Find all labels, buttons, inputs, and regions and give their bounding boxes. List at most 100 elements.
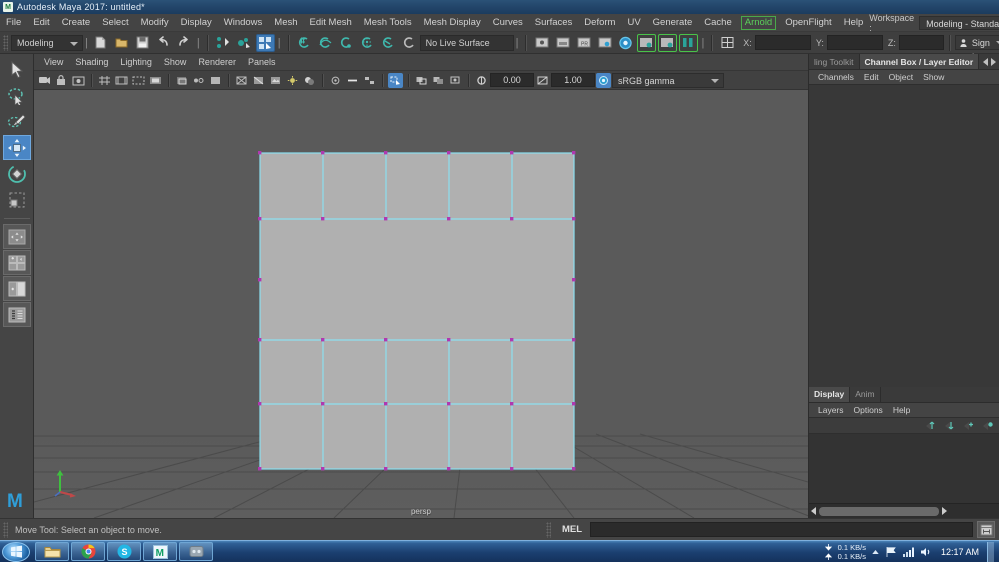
- windows-start-orb-icon[interactable]: [2, 541, 30, 562]
- tab-channel-box-layer-editor[interactable]: Channel Box / Layer Editor: [859, 54, 980, 69]
- 3d-viewport[interactable]: persp: [34, 90, 808, 518]
- action-center-flag-icon[interactable]: [885, 546, 897, 558]
- image-plane-attrs-icon[interactable]: [431, 73, 446, 88]
- menu-edit[interactable]: Edit: [27, 14, 55, 32]
- layer-new-selected-icon[interactable]: [982, 420, 994, 431]
- resolution-gate-icon[interactable]: [131, 73, 146, 88]
- taskbar-maya[interactable]: M: [143, 542, 177, 561]
- shadows-toggle-icon[interactable]: [302, 73, 317, 88]
- tab-display-layers[interactable]: Display: [809, 386, 851, 402]
- select-by-object-button[interactable]: [235, 34, 254, 52]
- taskbar-skype[interactable]: S: [107, 542, 141, 561]
- tab-modeling-toolkit[interactable]: ling Toolkit: [809, 54, 860, 69]
- viewport-menu-shading[interactable]: Shading: [69, 57, 114, 67]
- menu-curves[interactable]: Curves: [487, 14, 529, 32]
- menu-mesh-tools[interactable]: Mesh Tools: [358, 14, 418, 32]
- wireframe-on-shaded-icon[interactable]: [251, 73, 266, 88]
- layer-editor-hscrollbar[interactable]: [809, 503, 999, 518]
- lasso-select-tool[interactable]: [3, 83, 31, 108]
- script-language-label[interactable]: MEL: [554, 524, 590, 535]
- shaded-mode-icon[interactable]: [208, 73, 223, 88]
- menu-select[interactable]: Select: [96, 14, 134, 32]
- lock-camera-icon[interactable]: [54, 73, 69, 88]
- layer-new-icon[interactable]: [963, 420, 975, 431]
- commandline-grip-2[interactable]: [545, 521, 551, 538]
- snap-to-grid-button[interactable]: [295, 34, 314, 52]
- outliner-persp-layout-button[interactable]: [2, 302, 31, 327]
- channel-box-content[interactable]: [809, 85, 999, 387]
- menu-deform[interactable]: Deform: [578, 14, 621, 32]
- scrollbar-thumb[interactable]: [819, 506, 939, 516]
- select-camera-icon[interactable]: [37, 73, 52, 88]
- color-management-icon[interactable]: [596, 72, 611, 88]
- toggle-editors-button[interactable]: [679, 33, 699, 52]
- snap-to-point-button[interactable]: [337, 34, 356, 52]
- four-pane-layout-button[interactable]: [2, 250, 31, 275]
- snap-to-view-plane-button[interactable]: [379, 34, 398, 52]
- layer-menu-options[interactable]: Options: [849, 405, 888, 415]
- layer-move-down-icon[interactable]: [944, 420, 956, 431]
- redo-button[interactable]: [175, 34, 194, 52]
- tab-prev-icon[interactable]: [983, 57, 988, 66]
- multisample-icon[interactable]: [362, 73, 377, 88]
- menu-surfaces[interactable]: Surfaces: [529, 14, 579, 32]
- viewport-menu-show[interactable]: Show: [158, 57, 193, 67]
- viewport-menu-lighting[interactable]: Lighting: [114, 57, 158, 67]
- show-outliner-button[interactable]: [532, 34, 551, 52]
- scroll-right-icon[interactable]: [942, 507, 947, 515]
- render-settings-button[interactable]: [658, 33, 678, 52]
- gate-mask-icon[interactable]: [148, 73, 163, 88]
- layer-menu-help[interactable]: Help: [888, 405, 915, 415]
- taskbar-chrome[interactable]: [71, 542, 105, 561]
- toolbar-grip[interactable]: [3, 34, 8, 51]
- channelbox-menu-object[interactable]: Object: [884, 72, 919, 82]
- menu-create[interactable]: Create: [56, 14, 97, 32]
- image-plane-icon[interactable]: [414, 73, 429, 88]
- x-axis-input[interactable]: [754, 35, 811, 50]
- motion-blur-icon[interactable]: [345, 73, 360, 88]
- show-render-view-button[interactable]: [595, 34, 614, 52]
- exposure-icon[interactable]: [474, 73, 489, 88]
- save-scene-button[interactable]: [133, 34, 152, 52]
- volume-icon[interactable]: [920, 546, 933, 558]
- menu-mesh[interactable]: Mesh: [268, 14, 303, 32]
- tab-next-icon[interactable]: [991, 57, 996, 66]
- scale-tool[interactable]: [3, 187, 31, 212]
- menu-file[interactable]: File: [0, 14, 27, 32]
- screen-space-ao-icon[interactable]: [328, 73, 343, 88]
- tab-anim-layers[interactable]: Anim: [850, 386, 881, 402]
- menu-edit-mesh[interactable]: Edit Mesh: [304, 14, 358, 32]
- menu-openflight[interactable]: OpenFlight: [779, 14, 837, 32]
- grid-toggle-icon[interactable]: [97, 73, 112, 88]
- xray-joints-icon[interactable]: [191, 73, 206, 88]
- make-live-button[interactable]: [400, 34, 419, 52]
- ipr-render-button[interactable]: [637, 33, 657, 52]
- camera-attributes-icon[interactable]: [71, 73, 86, 88]
- y-axis-input[interactable]: [826, 35, 883, 50]
- menu-modify[interactable]: Modify: [135, 14, 175, 32]
- menu-windows[interactable]: Windows: [218, 14, 269, 32]
- workspace-dropdown[interactable]: Modeling - Standard: [919, 15, 999, 30]
- menuset-dropdown[interactable]: Modeling: [11, 34, 83, 51]
- single-pane-layout-button[interactable]: [2, 224, 31, 249]
- menu-cache[interactable]: Cache: [698, 14, 737, 32]
- selected-polygon-mesh[interactable]: [34, 90, 808, 518]
- scroll-left-icon[interactable]: [811, 507, 816, 515]
- open-scene-button[interactable]: [112, 34, 131, 52]
- move-tool[interactable]: [2, 135, 31, 160]
- undo-button[interactable]: [154, 34, 173, 52]
- color-profile-dropdown[interactable]: sRGB gamma: [612, 72, 724, 88]
- menu-mesh-display[interactable]: Mesh Display: [418, 14, 487, 32]
- taskbar-app[interactable]: [179, 542, 213, 561]
- sign-in-button[interactable]: Sign In: [954, 35, 999, 62]
- film-gate-icon[interactable]: [114, 73, 129, 88]
- select-tool[interactable]: [3, 57, 31, 82]
- channelbox-menu-show[interactable]: Show: [918, 72, 949, 82]
- menu-generate[interactable]: Generate: [647, 14, 699, 32]
- lighting-toggle-icon[interactable]: [285, 73, 300, 88]
- texture-mode-icon[interactable]: [268, 73, 283, 88]
- select-by-hierarchy-button[interactable]: [214, 34, 233, 52]
- snap-to-curve-button[interactable]: [316, 34, 335, 52]
- layer-list-content[interactable]: [809, 433, 999, 503]
- rotate-tool[interactable]: [3, 161, 31, 186]
